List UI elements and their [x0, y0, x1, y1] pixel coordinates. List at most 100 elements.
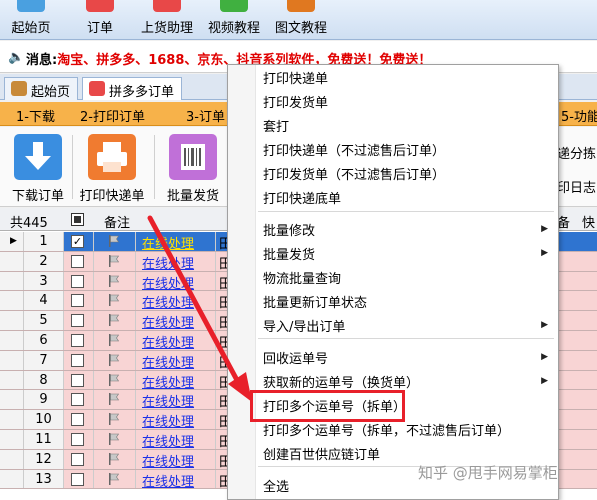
print-log-button[interactable]: 印日志 — [557, 177, 596, 196]
process-online-link[interactable]: 在线处理 — [136, 410, 216, 430]
flag-cell[interactable] — [94, 449, 136, 469]
process-online-link[interactable]: 在线处理 — [136, 390, 216, 410]
download-arrow-icon — [14, 134, 62, 180]
step-print-orders[interactable]: 2-打印订单 — [80, 106, 145, 125]
process-online-link[interactable]: 在线处理 — [136, 251, 216, 272]
flag-cell[interactable] — [94, 331, 136, 350]
row-number: 3 — [24, 271, 64, 291]
row-checkbox[interactable] — [71, 393, 84, 407]
row-checkbox[interactable] — [71, 413, 84, 427]
row-indicator — [0, 410, 24, 429]
process-online-link[interactable]: 在线处理 — [136, 469, 216, 490]
menu-item[interactable]: 套打 — [263, 114, 289, 136]
express-sort-button[interactable]: 递分拣 — [557, 143, 596, 162]
step-download[interactable]: 1-下载 — [16, 106, 55, 125]
step-orders[interactable]: 3-订单 — [186, 106, 225, 125]
download-orders-button[interactable]: 下载订单 — [6, 131, 70, 204]
process-online-link[interactable]: 在线处理 — [136, 449, 216, 470]
orders-icon — [86, 0, 114, 12]
row-checkbox[interactable] — [71, 353, 84, 367]
toolbar-video-tutorial[interactable]: 视频教程 — [201, 0, 267, 40]
col-header[interactable]: 快 — [582, 212, 595, 231]
row-checkbox-cell[interactable] — [64, 370, 94, 390]
process-online-link[interactable]: 在线处理 — [136, 291, 216, 311]
row-checkbox-cell[interactable] — [64, 469, 94, 489]
step-functions[interactable]: 5-功能转 — [561, 106, 597, 125]
menu-item[interactable]: 批量更新订单状态 — [263, 290, 367, 312]
row-checkbox[interactable] — [71, 294, 84, 308]
row-checkbox[interactable] — [71, 452, 84, 466]
flag-cell[interactable] — [94, 410, 136, 429]
row-checkbox-cell[interactable] — [64, 350, 94, 370]
flag-icon — [109, 353, 120, 366]
menu-item[interactable]: 批量修改 — [263, 218, 315, 240]
row-checkbox-cell[interactable] — [64, 291, 94, 311]
row-checkbox-cell[interactable] — [64, 311, 94, 330]
flag-cell[interactable] — [94, 311, 136, 330]
row-checkbox[interactable] — [71, 274, 84, 288]
flag-cell[interactable] — [94, 232, 136, 251]
row-indicator — [0, 390, 24, 410]
row-checkbox[interactable] — [71, 373, 84, 387]
row-checkbox[interactable] — [71, 314, 84, 328]
tab-label: 起始页 — [31, 85, 71, 100]
flag-cell[interactable] — [94, 469, 136, 489]
row-checkbox[interactable] — [71, 254, 84, 268]
flag-cell[interactable] — [94, 430, 136, 449]
flag-cell[interactable] — [94, 271, 136, 291]
row-checkbox[interactable] — [71, 334, 84, 347]
process-online-link[interactable]: 在线处理 — [136, 311, 216, 331]
row-checkbox[interactable]: ✓ — [71, 235, 84, 248]
row-checkbox-cell[interactable] — [64, 430, 94, 449]
home-icon — [11, 81, 27, 96]
row-checkbox-cell[interactable]: ✓ — [64, 232, 94, 251]
batch-ship-button[interactable]: 批量发货 — [160, 131, 226, 204]
toolbar-orders[interactable]: 订单 — [76, 0, 124, 40]
row-checkbox[interactable] — [71, 472, 84, 486]
menu-item[interactable]: 全选 — [263, 474, 289, 496]
row-checkbox-cell[interactable] — [64, 271, 94, 291]
process-online-link[interactable]: 在线处理 — [136, 232, 216, 252]
flag-icon — [109, 393, 120, 406]
select-all-checkbox[interactable] — [71, 213, 84, 226]
toolbar-label: 起始页 — [11, 21, 51, 36]
process-online-link[interactable]: 在线处理 — [136, 430, 216, 450]
flag-cell[interactable] — [94, 370, 136, 390]
menu-item[interactable]: 物流批量查询 — [263, 266, 341, 288]
toolbar-start-page[interactable]: 起始页 — [2, 0, 60, 40]
menu-item[interactable]: 打印快递单 — [263, 66, 328, 88]
flag-cell[interactable] — [94, 350, 136, 370]
flag-cell[interactable] — [94, 390, 136, 410]
tab-start-page[interactable]: 起始页 — [4, 77, 78, 100]
menu-item[interactable]: 创建百世供应链订单 — [263, 442, 380, 464]
row-checkbox[interactable] — [71, 433, 84, 446]
flag-icon — [109, 235, 120, 247]
toolbar-article-tutorial[interactable]: 图文教程 — [268, 0, 334, 40]
menu-item[interactable]: 获取新的运单号（换货单） — [263, 370, 419, 392]
row-checkbox-cell[interactable] — [64, 390, 94, 410]
print-express-button[interactable]: 打印快递单 — [76, 131, 148, 204]
tab-pdd-orders[interactable]: 拼多多订单 — [82, 77, 182, 100]
note-header[interactable]: 备注 — [104, 212, 130, 231]
flag-icon — [109, 294, 120, 307]
menu-item[interactable]: 回收运单号 — [263, 346, 328, 368]
menu-item[interactable]: 批量发货 — [263, 242, 315, 264]
menu-item[interactable]: 导入/导出订单 — [263, 314, 345, 336]
row-checkbox-cell[interactable] — [64, 251, 94, 271]
toolbar-label: 图文教程 — [274, 21, 327, 36]
menu-item[interactable]: 打印发货单 — [263, 90, 328, 112]
menu-item[interactable]: 打印快递底单 — [263, 186, 341, 208]
total-count: 共445 — [10, 216, 48, 231]
process-online-link[interactable]: 在线处理 — [136, 350, 216, 371]
flag-cell[interactable] — [94, 291, 136, 311]
row-checkbox-cell[interactable] — [64, 449, 94, 469]
process-online-link[interactable]: 在线处理 — [136, 370, 216, 391]
flag-cell[interactable] — [94, 251, 136, 271]
process-online-link[interactable]: 在线处理 — [136, 271, 216, 292]
row-checkbox-cell[interactable] — [64, 331, 94, 350]
process-online-link[interactable]: 在线处理 — [136, 331, 216, 351]
row-checkbox-cell[interactable] — [64, 410, 94, 429]
menu-item[interactable]: 打印发货单（不过滤售后订单） — [263, 162, 445, 184]
menu-item[interactable]: 打印快递单（不过滤售后订单） — [263, 138, 445, 160]
toolbar-upload-assistant[interactable]: 上货助理 — [134, 0, 200, 40]
